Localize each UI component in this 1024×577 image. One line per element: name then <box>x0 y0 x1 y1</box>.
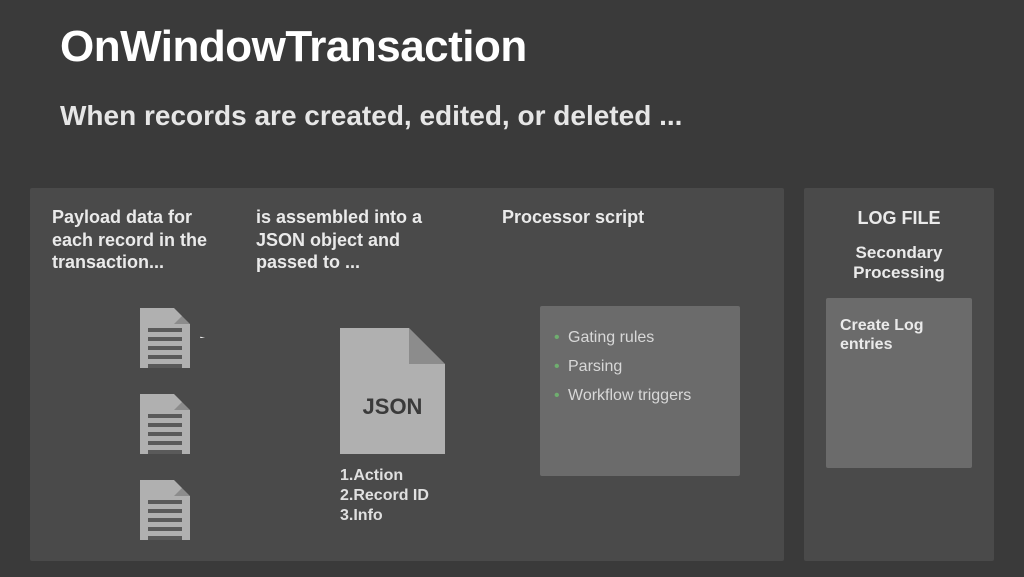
processor-item: Gating rules <box>554 324 726 353</box>
processor-item: Parsing <box>554 353 726 382</box>
document-icon <box>140 480 190 540</box>
log-panel-title: LOG FILE <box>826 208 972 229</box>
document-icon <box>140 308 190 368</box>
log-box: Create Log entries <box>826 298 972 468</box>
panels-row: Payload data for each record in the tran… <box>30 188 994 561</box>
json-field-action: 1.Action <box>340 466 429 486</box>
col3-heading: Processor script <box>474 206 664 229</box>
processor-script-box: Gating rules Parsing Workflow triggers <box>540 306 740 476</box>
json-label: JSON <box>340 394 445 420</box>
col2-heading: is assembled into a JSON object and pass… <box>256 206 456 274</box>
log-box-text: Create Log entries <box>840 316 958 354</box>
json-file-icon: JSON <box>340 328 445 454</box>
document-icon <box>140 394 190 454</box>
column-headings: Payload data for each record in the tran… <box>52 206 762 274</box>
log-file-panel: LOG FILE Secondary Processing Create Log… <box>804 188 994 561</box>
json-fields-list: 1.Action 2.Record ID 3.Info <box>340 466 429 526</box>
col1-heading: Payload data for each record in the tran… <box>52 206 238 274</box>
processor-item: Workflow triggers <box>554 382 726 411</box>
flow-panel: Payload data for each record in the tran… <box>30 188 784 561</box>
slide-subtitle: When records are created, edited, or del… <box>0 72 1024 132</box>
json-field-info: 3.Info <box>340 506 429 526</box>
json-field-recordid: 2.Record ID <box>340 486 429 506</box>
slide-title: OnWindowTransaction <box>0 0 1024 72</box>
record-documents <box>140 308 190 540</box>
log-panel-subtitle: Secondary Processing <box>826 243 972 282</box>
